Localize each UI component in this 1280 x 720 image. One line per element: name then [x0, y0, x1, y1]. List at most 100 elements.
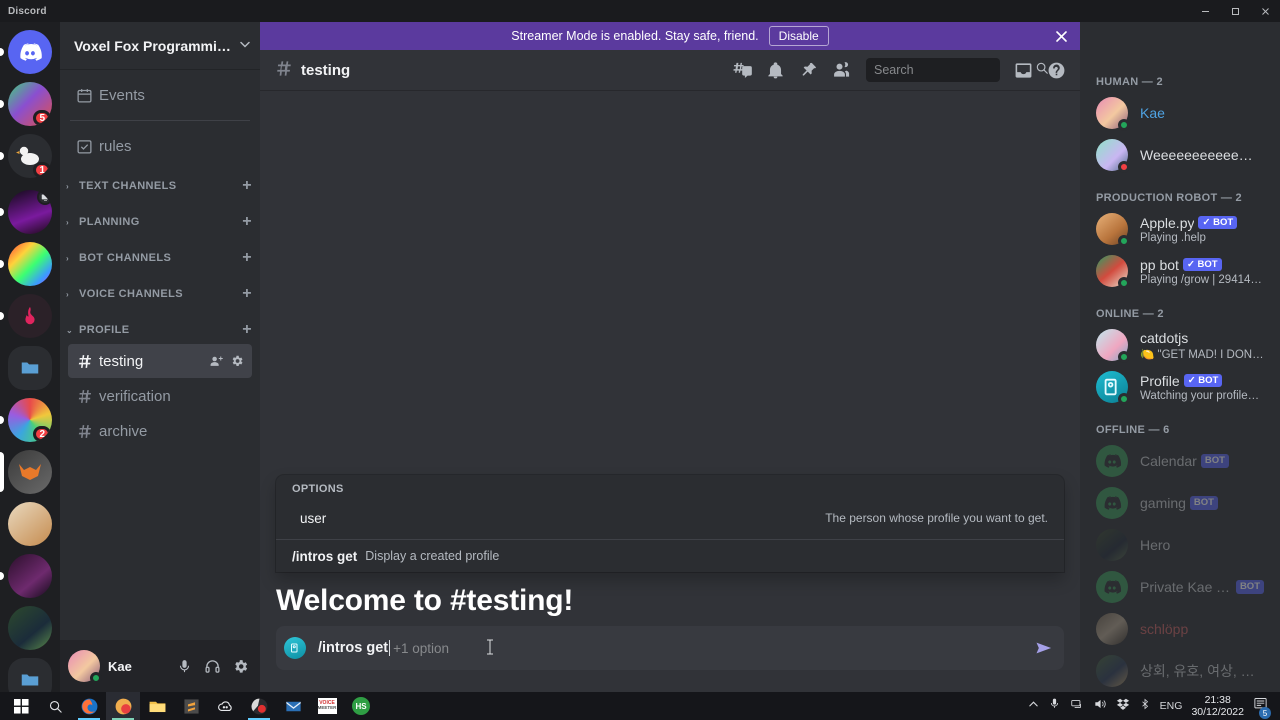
disable-streamer-mode-button[interactable]: Disable	[768, 26, 829, 46]
autocomplete-option-row[interactable]: user The person whose profile you want t…	[276, 501, 1064, 535]
minimize-button[interactable]	[1190, 0, 1220, 22]
notification-center-icon[interactable]: 5	[1253, 696, 1271, 719]
member-row[interactable]: gaming BOT	[1088, 482, 1272, 524]
server-rail-item-discord-home[interactable]	[0, 26, 60, 78]
sidebar-item-rules[interactable]: rules	[68, 129, 252, 163]
network-icon[interactable]	[1070, 697, 1084, 716]
voicemeeter-icon[interactable]: VOICE MEETER	[310, 692, 344, 720]
member-row[interactable]: Apple.py ✓ BOT Playing .help	[1088, 208, 1272, 250]
member-row[interactable]: catdotjs 🍋 "GET MAD! I DON'T WANT...	[1088, 324, 1272, 366]
add-channel-button[interactable]: +	[242, 322, 252, 338]
microphone-icon[interactable]	[1048, 697, 1061, 715]
server-rail-item-guild-rainbow-paw[interactable]	[0, 238, 60, 290]
member-row[interactable]: Private Kae Test ...BOT	[1088, 566, 1272, 608]
add-channel-button[interactable]: +	[242, 214, 252, 230]
server-rail-item-guild-pomeranian[interactable]	[0, 498, 60, 550]
close-button[interactable]	[1250, 0, 1280, 22]
bluetooth-icon[interactable]	[1139, 697, 1151, 715]
guild-pink-flame-icon[interactable]	[8, 294, 52, 338]
member-row[interactable]: Hero	[1088, 524, 1272, 566]
unread-pill	[0, 260, 4, 268]
volume-icon[interactable]	[1093, 697, 1107, 716]
inbox-icon[interactable]	[1014, 61, 1033, 80]
start-icon[interactable]	[4, 692, 38, 720]
add-member-icon[interactable]	[209, 354, 224, 369]
sublime-icon[interactable]	[174, 692, 208, 720]
maximize-button[interactable]	[1220, 0, 1250, 22]
cloud-icon[interactable]	[208, 692, 242, 720]
guild-brand-universe-icon[interactable]	[8, 554, 52, 598]
server-rail-item-guild-purple-aurora[interactable]	[0, 186, 60, 238]
gear-icon[interactable]	[230, 354, 244, 368]
server-rail-item-guild-nebula-tree[interactable]: 5	[0, 78, 60, 130]
category-profile[interactable]: ⌄ Profile +	[60, 317, 260, 343]
guild-color-wheel-icon[interactable]: 2	[8, 398, 52, 442]
add-channel-button[interactable]: +	[242, 250, 252, 266]
folder-blue-2-icon[interactable]	[8, 658, 52, 692]
guild-anime-green-icon[interactable]	[8, 606, 52, 650]
add-channel-button[interactable]: +	[242, 286, 252, 302]
clock[interactable]: 21:38 30/12/2022	[1191, 694, 1244, 718]
autocomplete-command-row[interactable]: /intros get Display a created profile	[276, 540, 1064, 572]
folder-blue-icon[interactable]	[8, 346, 52, 390]
sidebar-item-events[interactable]: Events	[68, 78, 252, 112]
search-box[interactable]	[866, 58, 1048, 82]
member-row[interactable]: Profile✓ BOTWatching your profiles (shar…	[1088, 366, 1272, 408]
guild-purple-aurora-icon[interactable]	[8, 190, 52, 234]
send-button[interactable]	[1034, 638, 1054, 658]
add-channel-button[interactable]: +	[242, 178, 252, 194]
server-rail-item-folder-blue[interactable]	[0, 342, 60, 394]
headset-icon[interactable]	[200, 654, 224, 678]
category-voice-channels[interactable]: › Voice Channels +	[60, 281, 260, 307]
help-icon[interactable]	[1047, 61, 1066, 80]
guild-duck-icon[interactable]: 1	[8, 134, 52, 178]
member-row[interactable]: schlöpp	[1088, 608, 1272, 650]
server-rail[interactable]: 512NEW	[0, 22, 60, 692]
file-explorer-icon[interactable]	[140, 692, 174, 720]
language-indicator[interactable]: ENG	[1160, 700, 1183, 712]
guild-orange-fox-icon[interactable]	[8, 450, 52, 494]
server-rail-item-guild-anime-green[interactable]	[0, 602, 60, 654]
notification-bell-icon[interactable]	[766, 61, 785, 80]
guild-rainbow-paw-icon[interactable]	[8, 242, 52, 286]
avatar[interactable]	[68, 650, 102, 684]
search-input[interactable]	[874, 63, 1035, 77]
sidebar-item-verification[interactable]: verification	[68, 379, 252, 413]
member-row[interactable]: 상회, 유호, 여상, 신이...	[1088, 650, 1272, 692]
hs-icon[interactable]: HS	[344, 692, 378, 720]
member-row[interactable]: Kae	[1088, 92, 1272, 134]
tray-overflow-icon[interactable]	[1028, 699, 1039, 713]
obs-icon[interactable]	[242, 692, 276, 720]
member-row[interactable]: Calendar BOT	[1088, 440, 1272, 482]
dropbox-icon[interactable]	[1116, 697, 1130, 716]
pinned-messages-icon[interactable]	[799, 61, 818, 80]
guild-pomeranian-icon[interactable]	[8, 502, 52, 546]
server-rail-item-guild-orange-fox[interactable]	[0, 446, 60, 498]
server-rail-item-guild-color-wheel[interactable]: 2	[0, 394, 60, 446]
category-bot-channels[interactable]: › Bot Channels +	[60, 245, 260, 271]
avatar	[1096, 613, 1128, 645]
close-icon[interactable]	[1052, 27, 1070, 45]
server-rail-item-guild-duck[interactable]: 1	[0, 130, 60, 182]
server-rail-item-guild-pink-flame[interactable]	[0, 290, 60, 342]
guild-header[interactable]: Voxel Fox Programming ...	[60, 22, 260, 69]
microphone-icon[interactable]	[172, 654, 196, 678]
sidebar-item-archive[interactable]: archive	[68, 414, 252, 448]
discord-home-icon[interactable]	[8, 30, 52, 74]
member-list-icon[interactable]	[832, 60, 852, 80]
category-planning[interactable]: › Planning +	[60, 209, 260, 235]
gear-icon[interactable]	[228, 654, 252, 678]
sidebar-item-testing[interactable]: testing	[68, 344, 252, 378]
category-text-channels[interactable]: › Text Channels +	[60, 173, 260, 199]
threads-icon[interactable]	[732, 60, 752, 80]
server-rail-item-guild-brand-universe[interactable]	[0, 550, 60, 602]
firefox-icon[interactable]	[72, 692, 106, 720]
search-icon[interactable]	[38, 692, 72, 720]
mail-icon[interactable]	[276, 692, 310, 720]
message-composer[interactable]: /intros get +1 option	[276, 626, 1064, 670]
discord-icon[interactable]	[106, 692, 140, 720]
member-row[interactable]: pp bot✓ BOTPlaying /grow | 29414 pp grow…	[1088, 250, 1272, 292]
guild-nebula-tree-icon[interactable]: 5	[8, 82, 52, 126]
server-rail-item-folder-blue-2[interactable]	[0, 654, 60, 692]
member-row[interactable]: Weeeeeeeeeeeeeendo...	[1088, 134, 1272, 176]
